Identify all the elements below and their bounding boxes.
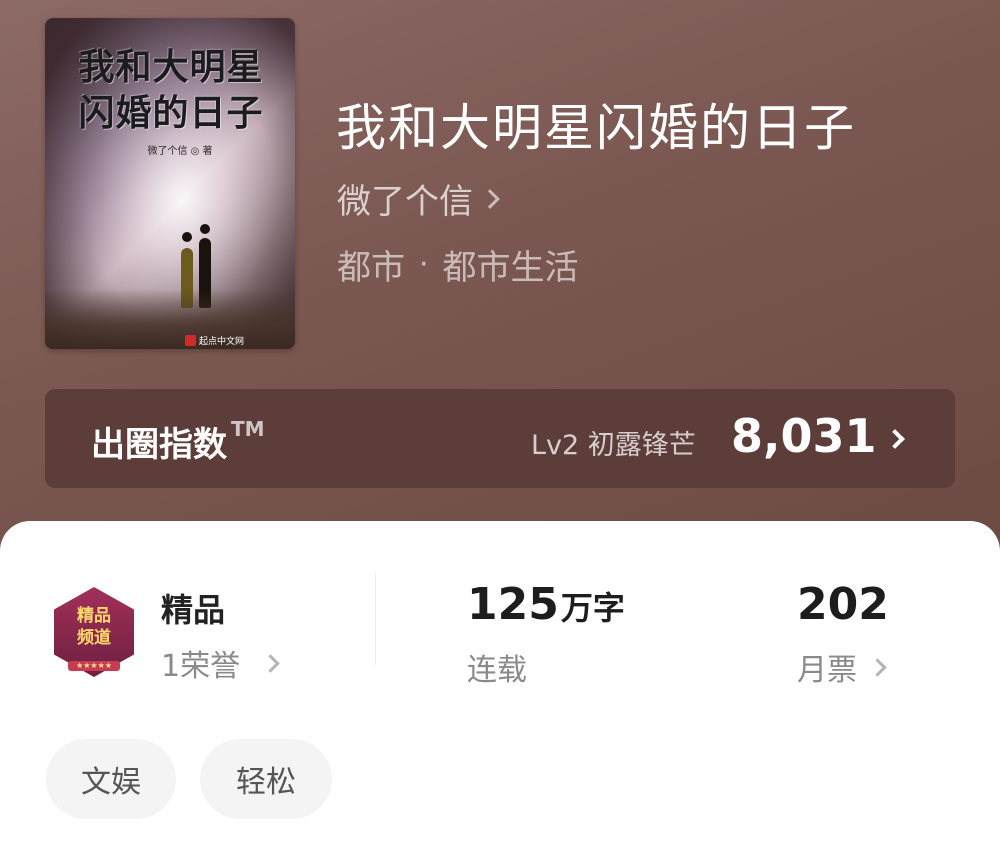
- index-level: Lv2 初露锋芒: [531, 430, 696, 461]
- quality-title: 精品: [161, 591, 226, 629]
- stat-divider: [375, 573, 376, 665]
- cover-title-line1: 我和大明星: [78, 46, 264, 88]
- cover-title-line2: 闪婚的日子: [78, 92, 264, 134]
- chevron-right-icon: [868, 657, 887, 677]
- honors-link[interactable]: 1荣誉: [161, 641, 280, 685]
- monthly-votes-value: 202: [797, 579, 889, 630]
- publisher-logo-icon: [185, 335, 196, 346]
- tag-chip[interactable]: 文娱: [46, 739, 176, 819]
- badge-line1: 精品: [77, 606, 111, 626]
- badge-stars: ★★★★★: [68, 661, 120, 671]
- author-link[interactable]: 微了个信: [337, 174, 500, 223]
- index-label-text: 出圈指数: [91, 425, 227, 465]
- cover-ground: [45, 289, 295, 349]
- book-info-panel: 精品 频道 ★★★★★ 精品 1荣誉 125万字 连载 202 月票 文娱 轻松: [0, 521, 1000, 844]
- word-count-unit: 万字: [560, 589, 625, 627]
- popularity-index-bar[interactable]: 出圈指数 TM Lv2 初露锋芒 8,031: [45, 389, 955, 488]
- chevron-right-icon: [480, 188, 500, 209]
- index-label: 出圈指数 TM: [91, 417, 265, 466]
- genre-row: 都市 · 都市生活: [337, 240, 579, 289]
- cover-publisher: 起点中文网: [185, 334, 244, 347]
- badge-line2: 频道: [77, 628, 111, 648]
- word-count-value: 125: [467, 579, 559, 630]
- index-value: 8,031: [731, 409, 877, 463]
- quality-badge-icon: 精品 频道 ★★★★★: [48, 583, 140, 683]
- honors-count: 1荣誉: [161, 649, 241, 684]
- author-name: 微了个信: [337, 182, 473, 222]
- genre-subcategory[interactable]: 都市生活: [443, 240, 579, 289]
- cover-author: 微了个信 ◎ 著: [147, 146, 213, 157]
- publisher-name: 起点中文网: [199, 337, 245, 347]
- book-title: 我和大明星闪婚的日子: [336, 99, 856, 157]
- genre-category[interactable]: 都市: [337, 240, 405, 289]
- trademark-mark: TM: [231, 417, 265, 441]
- genre-separator: ·: [419, 247, 429, 282]
- word-count: 125万字: [467, 579, 625, 630]
- chevron-right-icon: [261, 653, 280, 673]
- monthly-votes-label: 月票: [797, 653, 857, 688]
- chevron-right-icon: [885, 429, 905, 449]
- book-header: 我和大明星 闪婚的日子 微了个信 ◎ 著 起点中文网 我和大明星闪婚的日子 微了…: [0, 0, 1000, 560]
- tag-chip[interactable]: 轻松: [200, 739, 332, 819]
- cover-title: 我和大明星 闪婚的日子: [55, 44, 287, 136]
- serial-status: 连载: [467, 653, 527, 688]
- monthly-votes-link[interactable]: 月票: [797, 645, 887, 689]
- book-cover[interactable]: 我和大明星 闪婚的日子 微了个信 ◎ 著 起点中文网: [45, 18, 295, 349]
